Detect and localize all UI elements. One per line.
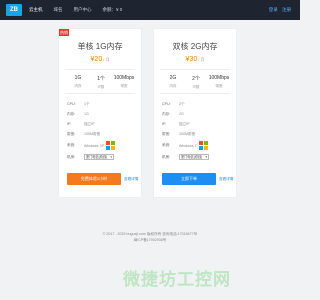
chevron-down-icon: ▾ (110, 155, 112, 159)
register-link[interactable]: 注册 (282, 7, 291, 12)
icp-license[interactable]: 闽ICP备17002938号 (0, 237, 300, 243)
location-select[interactable]: 厦门电信(双线) ▾ (179, 154, 209, 160)
chevron-down-icon: ▾ (205, 155, 207, 159)
detail-row-ip: IP: 独立IP (162, 121, 190, 127)
price-value: ¥30 (185, 56, 198, 63)
price-unit: / 月 (198, 57, 205, 62)
detail-row-location: 机房: 厦门电信(双线) ▾ (67, 154, 114, 160)
spec-details: CPU: 1个 内存: 1G IP: 独立IP 带宽: 100M带宽 系统: Windo… (67, 99, 137, 162)
divider (160, 69, 230, 70)
auth-links: 登录 注册 (266, 7, 291, 13)
detail-row-bandwidth: 带宽: 100M带宽 (67, 131, 101, 136)
divider (65, 69, 135, 70)
detail-row-system: 系统: Windows XP (67, 139, 137, 152)
page-footer: © 2017 - 2025 bugueji.com 版权所有 咨询电话:1701… (0, 231, 300, 243)
nav-item-domain[interactable]: 域名 (54, 7, 63, 13)
plan-card-dual: 双核 2G内存 ¥30/ 月 2G 内存 2个 IP数 100Mbps 带宽 CPU:… (154, 29, 236, 197)
detail-row-memory: 内存: 2G (162, 111, 184, 117)
spec-details: CPU: 2个 内存: 2G IP: 独立IP 带宽: 100M带宽 系统: Windo… (162, 99, 232, 162)
top-nav-bar: ZB 云主机 域名 用户中心 余额：¥ 0 登录 注册 (0, 0, 300, 20)
detail-row-system: 系统: Windows 7 (162, 139, 232, 152)
divider (65, 93, 135, 94)
detail-row-ip: IP: 独立IP (67, 121, 95, 127)
site-logo[interactable]: ZB (6, 4, 22, 16)
nav-item-user-center[interactable]: 用户中心 (74, 7, 92, 13)
spec-ip: 2个 IP数 (192, 76, 200, 89)
location-select[interactable]: 厦门电信(双线) ▾ (84, 154, 114, 160)
divider (160, 93, 230, 94)
spec-summary: 1G 内存 1个 IP数 100Mbps 带宽 (67, 75, 135, 90)
nav-item-cloud-host[interactable]: 云主机 (29, 7, 43, 13)
spec-memory: 2G 内存 (169, 75, 177, 88)
order-now-button[interactable]: 立即下单 (162, 173, 216, 185)
details-link[interactable]: 查看详情 (124, 177, 138, 182)
price-unit: / 月 (103, 57, 110, 62)
price-value: ¥20 (90, 56, 103, 63)
plan-title: 双核 2G内存 (172, 42, 218, 51)
watermark-text: 微捷坊工控网 (123, 270, 231, 289)
nav-item-balance: 余额：¥ 0 (102, 7, 123, 12)
detail-row-memory: 内存: 1G (67, 111, 89, 117)
detail-row-cpu: CPU: 1个 (67, 101, 90, 107)
windows-icon[interactable] (198, 141, 208, 150)
spec-ip: 1个 IP数 (97, 76, 105, 89)
plan-price: ¥20/ 月 (59, 56, 141, 63)
spec-bandwidth: 100Mbps 带宽 (113, 75, 135, 88)
detail-row-bandwidth: 带宽: 100M带宽 (162, 131, 196, 136)
spec-memory: 1G 内存 (74, 75, 82, 88)
detail-row-cpu: CPU: 2个 (162, 101, 185, 107)
spec-summary: 2G 内存 2个 IP数 100Mbps 带宽 (162, 75, 230, 90)
plan-title: 单核 1G内存 (77, 42, 123, 51)
hot-badge: 热销 (59, 29, 69, 36)
login-link[interactable]: 登录 (269, 7, 278, 12)
spec-bandwidth: 100Mbps 带宽 (208, 75, 230, 88)
details-link[interactable]: 查看详情 (219, 177, 233, 182)
free-trial-button[interactable]: 免费体验1小时 (67, 173, 121, 185)
detail-row-location: 机房: 厦门电信(双线) ▾ (162, 154, 209, 160)
plan-price: ¥30/ 月 (154, 56, 236, 63)
plan-card-basic: 热销 单核 1G内存 ¥20/ 月 1G 内存 1个 IP数 100Mbps 带宽 C… (59, 29, 141, 197)
windows-icon[interactable] (106, 141, 116, 150)
main-nav: 云主机 域名 用户中心 余额：¥ 0 (29, 0, 133, 20)
